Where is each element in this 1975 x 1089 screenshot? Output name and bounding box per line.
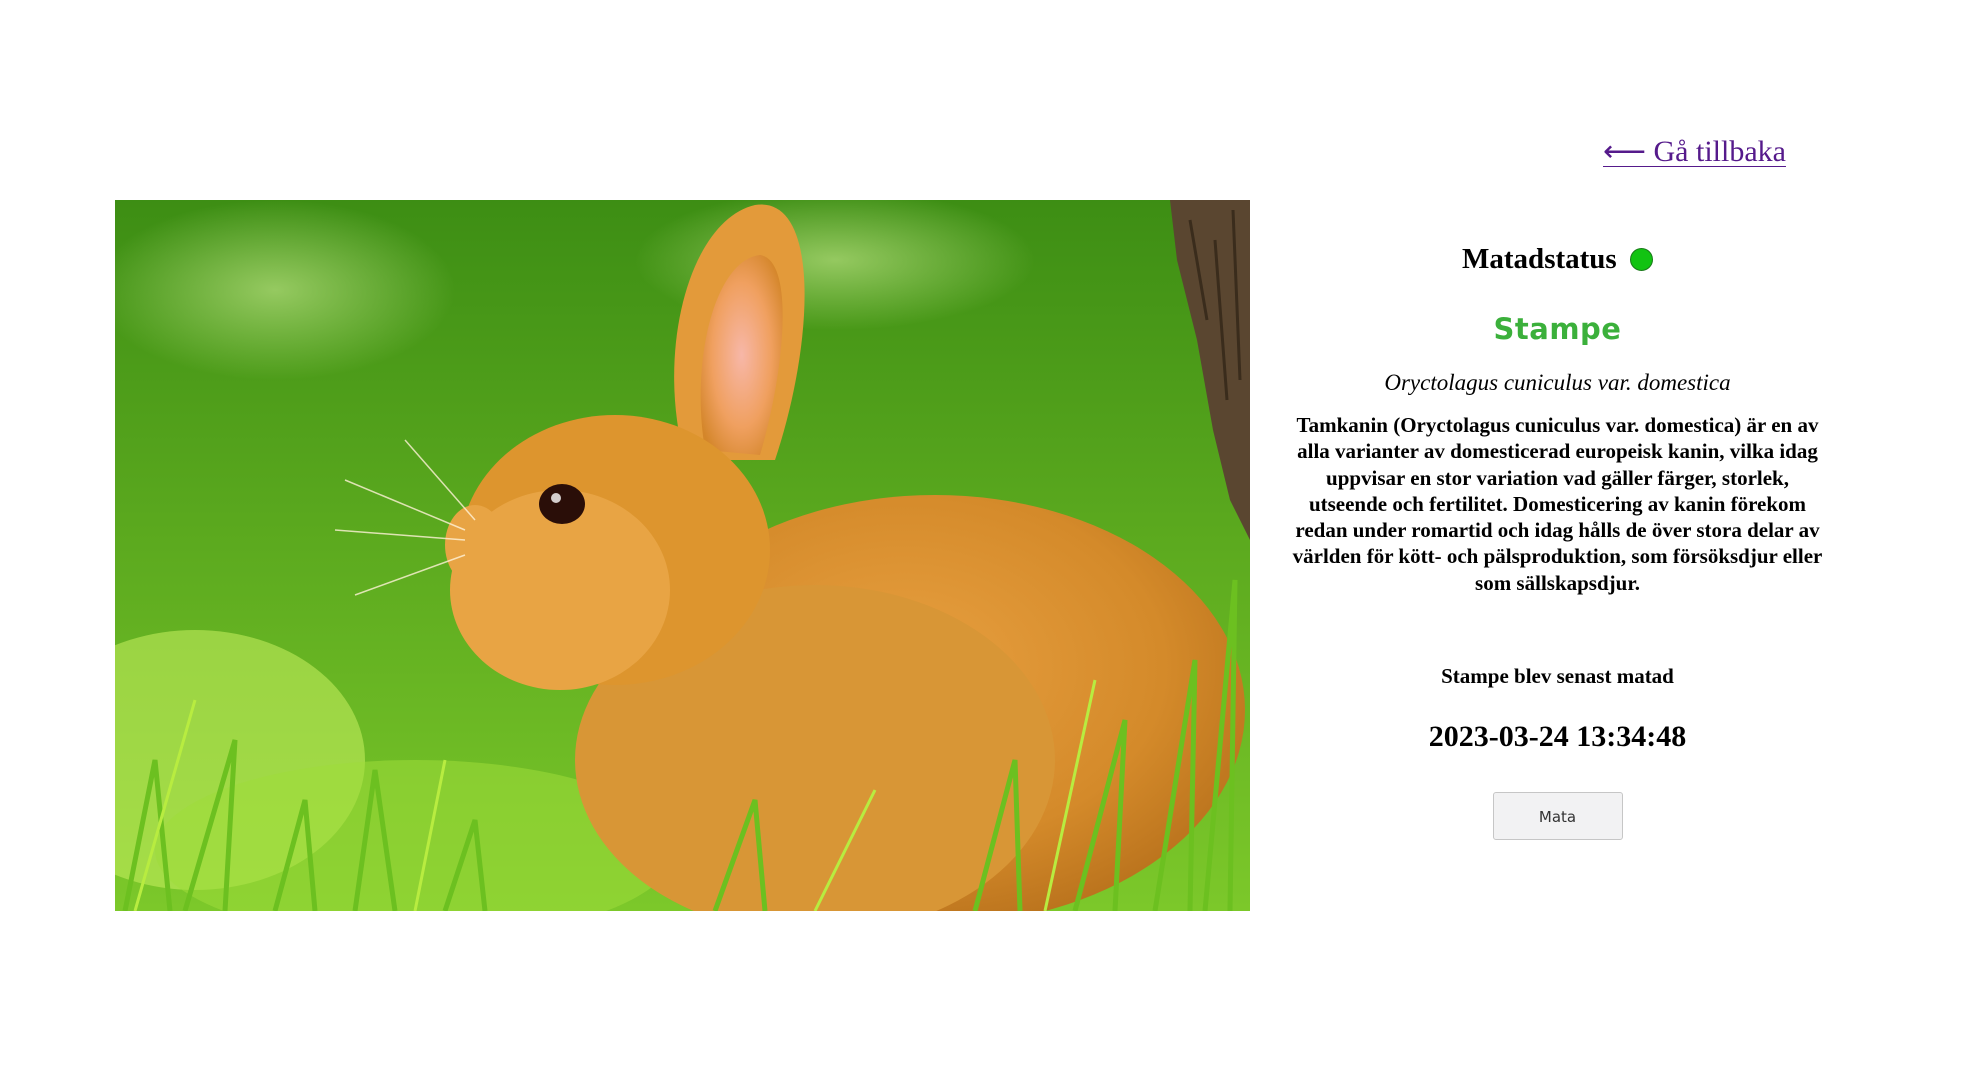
feed-status: Matadstatus bbox=[1285, 240, 1830, 278]
pet-detail-page: ⟵ Gå tillbaka Matadstatus Stampe Oryctol… bbox=[0, 0, 1975, 1089]
rabbit-photo-illustration bbox=[115, 200, 1250, 911]
feed-status-label: Matadstatus bbox=[1462, 243, 1617, 275]
pet-info-panel: Matadstatus Stampe Oryctolagus cuniculus… bbox=[1285, 200, 1830, 841]
pet-description: Tamkanin (Oryctolagus cuniculus var. dom… bbox=[1292, 413, 1823, 595]
feed-button[interactable]: Mata bbox=[1492, 792, 1623, 841]
last-fed-label: Stampe blev senast matad bbox=[1441, 664, 1674, 689]
back-link[interactable]: ⟵ Gå tillbaka bbox=[1603, 134, 1786, 169]
last-fed-time: 2023-03-24 13:34:48 bbox=[1428, 720, 1687, 754]
feed-status-indicator-icon bbox=[1629, 248, 1653, 271]
pet-name: Stampe bbox=[1493, 312, 1622, 346]
pet-latin-name: Oryctolagus cuniculus var. domestica bbox=[1384, 370, 1731, 395]
pet-photo bbox=[115, 200, 1250, 911]
